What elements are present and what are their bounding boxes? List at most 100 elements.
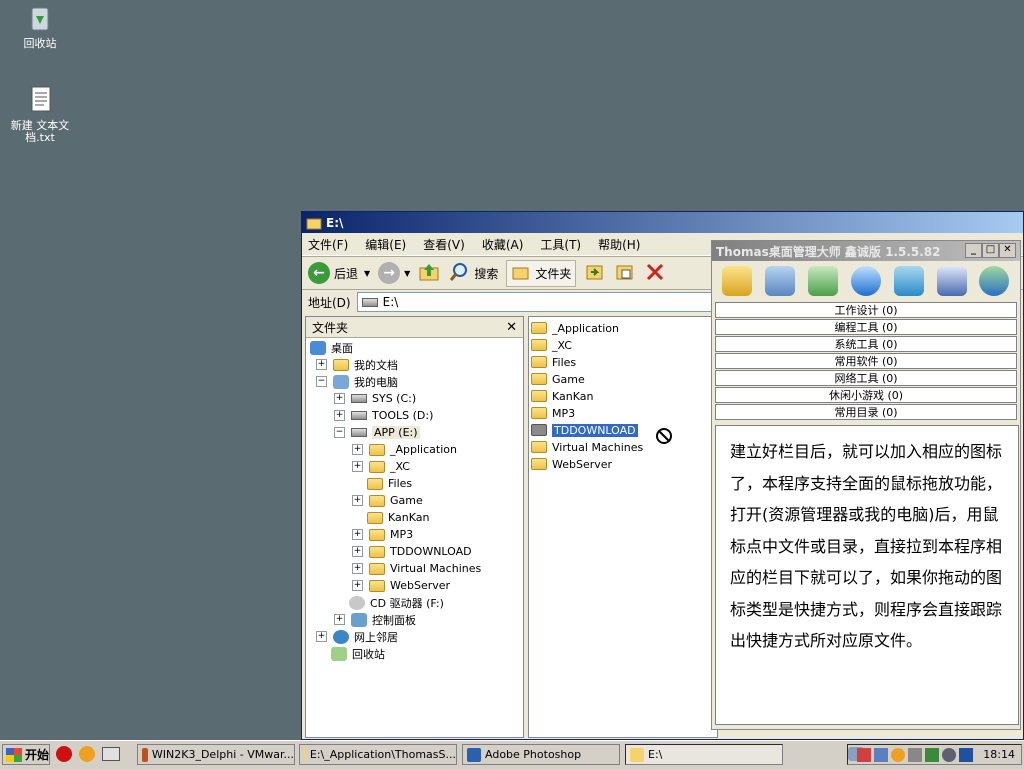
start-button[interactable]: 开始 [2,744,50,765]
task-explorer-application[interactable]: E:\_Application\ThomasS... [299,744,457,765]
expand-icon[interactable]: + [334,614,345,625]
clock[interactable]: 18:14 [983,748,1015,761]
file-item[interactable]: Files [531,354,576,370]
tree-item-folder[interactable]: + TDDOWNLOAD [352,543,472,560]
move-to-button[interactable] [584,262,606,285]
task-vmware[interactable]: WIN2K3_Delphi - VMwar... [137,744,295,765]
expand-icon[interactable]: + [334,393,345,404]
folder-icon[interactable] [722,266,753,296]
tray-shield-icon[interactable] [959,747,974,762]
maximize-button[interactable]: □ [982,243,999,258]
minimize-button[interactable]: _ [965,243,982,258]
address-input[interactable]: E:\ [356,292,723,312]
expand-icon[interactable]: + [352,495,363,506]
expand-icon[interactable]: + [352,444,363,455]
menu-tools[interactable]: 工具(T) [540,236,581,253]
folders-button[interactable]: 文件夹 [506,259,577,287]
file-item[interactable]: WebServer [531,456,612,472]
close-button[interactable]: ✕ [999,243,1016,258]
tree-label: TDDOWNLOAD [390,545,472,558]
tree-item-folder[interactable]: Files [367,475,412,492]
up-button[interactable] [418,261,440,286]
desktop-icon-text-file[interactable]: 新建 文本文档.txt [0,84,80,144]
tree-item-recycle-bin[interactable]: 回收站 [331,645,385,662]
task-explorer-e[interactable]: E:\ [625,744,783,765]
tree-item-drive-e[interactable]: − APP (E:) [334,424,420,441]
menu-edit[interactable]: 编辑(E) [365,236,406,253]
tree-item-folder[interactable]: + Virtual Machines [352,560,481,577]
tree-item-folder[interactable]: + Game [352,492,423,509]
menu-file[interactable]: 文件(F) [308,236,348,253]
category-common-software[interactable]: 常用软件 (0) [715,353,1017,369]
tree-item-cd-drive[interactable]: CD 驱动器 (F:) [349,594,444,611]
monitor-icon[interactable] [893,266,924,296]
expand-icon[interactable]: + [334,410,345,421]
tree-item-desktop[interactable]: 桌面 [310,339,353,356]
task-photoshop[interactable]: Adobe Photoshop [462,744,620,765]
menu-view[interactable]: 查看(V) [423,236,465,253]
tray-qq-icon[interactable] [891,747,906,762]
recycle-bin-icon[interactable] [808,266,839,296]
expand-icon[interactable]: + [352,461,363,472]
qq-icon[interactable] [79,746,95,762]
settings-icon[interactable] [936,266,967,296]
tree-item-drive-d[interactable]: + TOOLS (D:) [334,407,433,424]
tree-item-my-documents[interactable]: + 我的文档 [316,356,398,373]
tray-status-icon[interactable] [925,747,940,762]
expand-icon[interactable]: + [316,631,327,642]
tree-item-network[interactable]: + 网上邻居 [316,628,398,645]
expand-icon[interactable]: + [352,563,363,574]
opera-icon[interactable] [56,746,72,762]
tray-app-icon[interactable] [857,747,872,762]
search-button[interactable]: 搜索 [448,261,498,286]
internet-explorer-icon[interactable] [850,266,881,296]
file-item-selected[interactable]: TDDOWNLOAD [531,422,638,438]
menu-favorites[interactable]: 收藏(A) [482,236,524,253]
close-icon[interactable]: ✕ [506,320,517,335]
tree-item-drive-c[interactable]: + SYS (C:) [334,390,416,407]
tree-item-folder[interactable]: + _Application [352,441,457,458]
expand-icon[interactable]: + [352,546,363,557]
tree-item-folder[interactable]: KanKan [367,509,429,526]
network-globe-icon[interactable] [979,266,1010,296]
tree-item-my-computer[interactable]: − 我的电脑 [316,373,398,390]
collapse-icon[interactable]: − [334,427,345,438]
collapse-icon[interactable]: − [316,376,327,387]
drive-icon [351,428,367,437]
copy-to-button[interactable] [614,262,636,285]
file-item[interactable]: Game [531,371,585,387]
category-system-tools[interactable]: 系统工具 (0) [715,336,1017,352]
book-icon[interactable] [102,747,120,761]
file-item[interactable]: KanKan [531,388,593,404]
thomas-titlebar[interactable]: Thomas桌面管理大师 鑫诚版 1.5.5.82 _ □ ✕ [712,241,1020,261]
file-item[interactable]: _XC [531,337,572,353]
desktop-icon-recycle-bin[interactable]: 回收站 [0,2,80,50]
back-button[interactable]: ← 后退 ▼ [308,262,370,284]
category-work-design[interactable]: 工作设计 (0) [715,302,1017,318]
category-network-tools[interactable]: 网络工具 (0) [715,370,1017,386]
expand-icon[interactable]: + [316,359,327,370]
file-item[interactable]: MP3 [531,405,575,421]
file-item[interactable]: _Application [531,320,619,336]
tray-clock-tool-icon[interactable] [942,747,957,762]
file-item[interactable]: Virtual Machines [531,439,643,455]
tree-item-folder[interactable]: + _XC [352,458,410,475]
expand-icon[interactable]: + [352,580,363,591]
tray-volume-icon[interactable] [908,747,923,762]
explorer-titlebar[interactable]: E:\ [302,212,1023,233]
tree-item-folder[interactable]: + WebServer [352,577,450,594]
menu-help[interactable]: 帮助(H) [598,236,640,253]
delete-button[interactable] [644,261,666,286]
folder-icon [304,747,306,762]
forward-button[interactable]: → ▼ [378,262,410,284]
tree-item-control-panel[interactable]: + 控制面板 [334,611,416,628]
chevron-down-icon[interactable]: ▼ [364,269,370,278]
chevron-down-icon[interactable]: ▼ [404,269,410,278]
category-common-dirs[interactable]: 常用目录 (0) [715,404,1017,420]
tree-item-folder[interactable]: + MP3 [352,526,413,543]
category-casual-games[interactable]: 休闲小游戏 (0) [715,387,1017,403]
expand-icon[interactable]: + [352,529,363,540]
tray-network-icon[interactable] [874,747,889,762]
computer-icon[interactable] [765,266,796,296]
category-programming[interactable]: 编程工具 (0) [715,319,1017,335]
